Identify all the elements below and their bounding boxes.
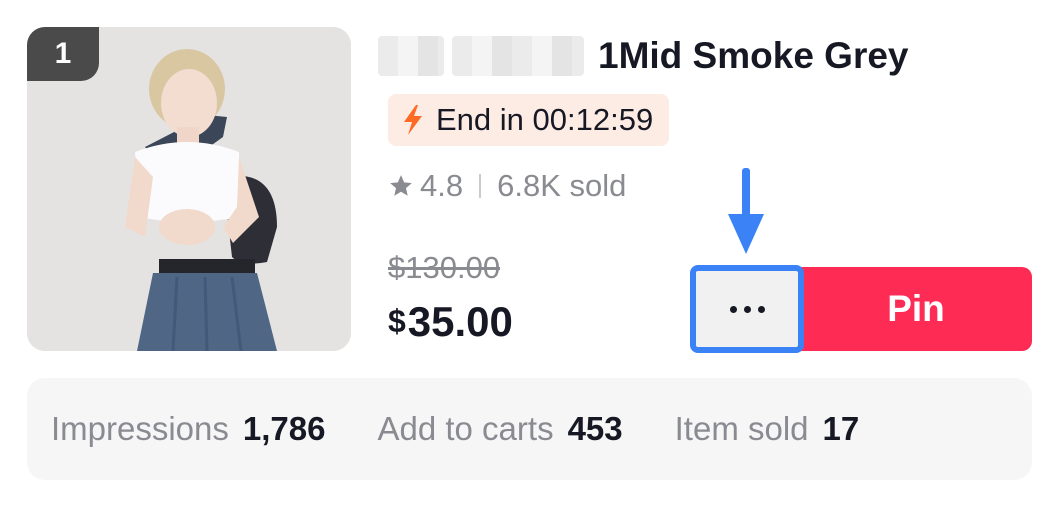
stat-value: 1,786 [242, 410, 326, 447]
star-icon [390, 175, 412, 196]
product-image[interactable]: 1 [27, 27, 351, 351]
stats-bar: Impressions 1,786 Add to carts 453 Item … [27, 378, 1032, 480]
lightning-bolt-icon [404, 105, 422, 135]
rating-score: 4.8 [420, 168, 464, 203]
more-options-button[interactable] [690, 265, 804, 353]
product-card: 1 1Mid Smoke Grey End in 00:12:59 4.8 6.… [0, 0, 1062, 519]
price-currency: $ [388, 303, 406, 339]
stat-label: Impressions [51, 410, 229, 447]
flash-sale-countdown: End in 00:12:59 [436, 102, 654, 137]
original-price: $130.00 [388, 250, 501, 285]
price-amount: 35.00 [407, 298, 513, 345]
stat-value: 17 [822, 410, 860, 447]
product-title-row: 1Mid Smoke Grey [378, 32, 909, 80]
stat-add-to-carts: Add to carts 453 [377, 410, 622, 448]
sold-count: 6.8K sold [497, 168, 627, 203]
sale-price: $35.00 [388, 298, 513, 346]
product-title: 1Mid Smoke Grey [598, 35, 909, 76]
annotation-arrow-icon [728, 168, 764, 254]
flash-sale-badge: End in 00:12:59 [388, 94, 670, 146]
stat-label: Item sold [674, 410, 809, 447]
stat-label: Add to carts [377, 410, 554, 447]
stat-impressions: Impressions 1,786 [51, 410, 325, 448]
stat-value: 453 [567, 410, 623, 447]
divider [479, 174, 482, 198]
rating-row: 4.8 6.8K sold [388, 164, 626, 208]
ellipsis-icon [729, 305, 765, 313]
stat-item-sold: Item sold 17 [675, 410, 860, 448]
redacted-title-text [378, 36, 584, 76]
pin-button[interactable]: Pin [800, 267, 1032, 351]
rank-badge: 1 [27, 27, 99, 81]
